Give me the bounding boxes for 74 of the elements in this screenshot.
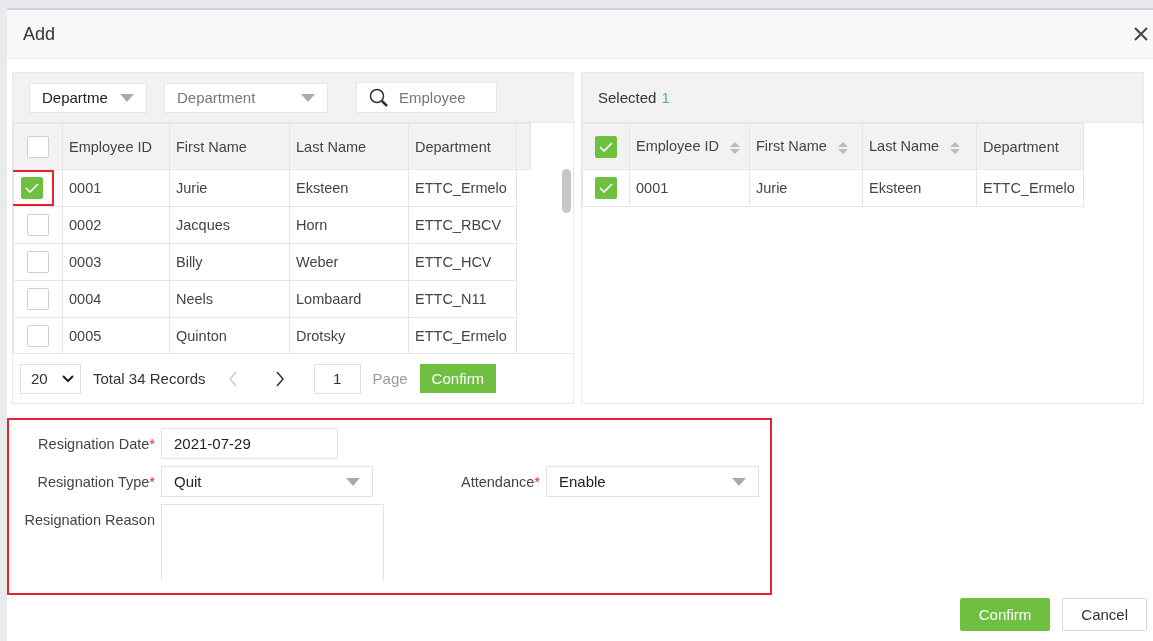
select-field[interactable]: Quit — [161, 466, 373, 497]
caret-icon — [301, 93, 315, 102]
search-icon — [369, 87, 389, 108]
table-cell: 0001 — [629, 169, 750, 207]
filter-select[interactable]: Departme — [29, 82, 147, 113]
checkmark-icon — [599, 141, 613, 152]
cancel-button[interactable]: Cancel — [1062, 598, 1147, 631]
sort-icon[interactable] — [729, 140, 741, 155]
reason-field[interactable] — [161, 504, 384, 581]
page-size-select[interactable]: 20 — [20, 363, 81, 394]
chevron-down-icon — [62, 374, 74, 383]
required-mark: * — [149, 473, 155, 490]
table-cell: 0002 — [62, 206, 170, 244]
required-mark: * — [534, 473, 540, 490]
checkmark-icon — [24, 183, 39, 193]
table-cell: ETTC_RBCV — [408, 206, 517, 244]
table-cell: Jacques — [169, 206, 290, 244]
table-cell: 0004 — [62, 280, 170, 318]
field-label: Resignation Reason — [23, 511, 156, 528]
next-icon[interactable] — [274, 370, 285, 387]
field-label: Attendance* — [459, 473, 541, 490]
column-header: Department — [983, 138, 1059, 155]
table-cell: Jurie — [749, 169, 863, 207]
checkbox[interactable] — [27, 135, 49, 158]
checkbox[interactable] — [27, 251, 49, 273]
caret-icon — [346, 477, 360, 486]
table-cell: 0001 — [62, 169, 170, 207]
table-cell: ETTC_Ermelo — [408, 169, 517, 207]
column-header: Last Name — [869, 138, 940, 155]
checkbox[interactable] — [595, 177, 617, 199]
table-cell: ETTC_HCV — [408, 243, 517, 281]
select-field[interactable]: Enable — [546, 466, 759, 497]
selected-count: 1 — [661, 89, 670, 106]
filter-select[interactable]: Department — [164, 82, 328, 113]
table-cell: ETTC_N11 — [408, 280, 517, 318]
column-header: Last Name — [289, 123, 409, 170]
table-cell: Horn — [289, 206, 409, 244]
table-cell: Eksteen — [289, 169, 409, 207]
scrollbar-thumb[interactable] — [562, 169, 571, 213]
table-cell: ETTC_Ermelo — [976, 169, 1084, 207]
table-cell: Billy — [169, 243, 290, 281]
checkbox[interactable] — [27, 288, 49, 310]
column-header: First Name — [756, 138, 827, 155]
table-cell: 0003 — [62, 243, 170, 281]
date-field[interactable]: 2021-07-29 — [161, 428, 338, 459]
column-header: First Name — [169, 123, 290, 170]
checkbox[interactable] — [27, 325, 49, 347]
column-header: Employee ID — [636, 138, 719, 155]
dialog-title: Add — [23, 23, 56, 45]
sort-icon[interactable] — [949, 140, 962, 155]
table-cell: Weber — [289, 243, 409, 281]
checkbox[interactable] — [595, 135, 617, 158]
required-mark: * — [149, 435, 155, 452]
field-label: Resignation Type* — [36, 473, 156, 490]
table-cell: Neels — [169, 280, 290, 318]
column-header: Department — [408, 123, 517, 170]
caret-icon — [120, 93, 134, 102]
checkbox[interactable] — [20, 177, 43, 199]
page-label: Page — [372, 370, 408, 387]
column-header: Employee ID — [62, 123, 170, 170]
checkmark-icon — [599, 183, 613, 193]
total-records: Total 34 Records — [93, 370, 206, 387]
field-label: Resignation Date* — [37, 435, 156, 452]
selected-label: Selected — [598, 89, 657, 106]
search-field[interactable]: Employee — [356, 82, 497, 113]
checkbox[interactable] — [27, 214, 49, 236]
page-input[interactable]: 1 — [313, 363, 361, 394]
previous-icon[interactable] — [227, 370, 238, 387]
table-cell: Lombaard — [289, 280, 409, 318]
close-icon[interactable] — [1133, 26, 1149, 42]
table-cell: Jurie — [169, 169, 290, 207]
sort-icon[interactable] — [836, 140, 849, 155]
caret-icon — [732, 477, 746, 486]
table-cell: Eksteen — [862, 169, 977, 207]
